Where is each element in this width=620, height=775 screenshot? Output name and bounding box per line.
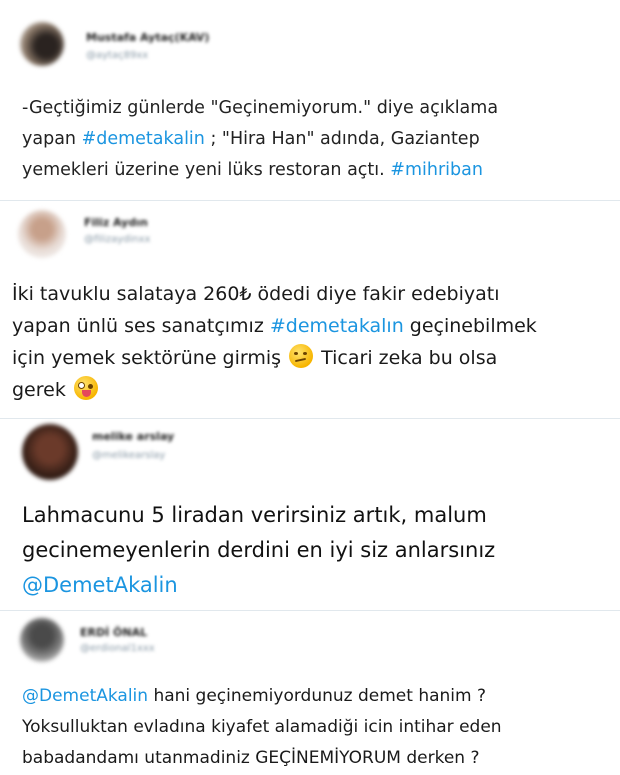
tweet-text-segment: gecinemeyenlerin derdini en iyi siz anla… bbox=[22, 538, 496, 562]
tweet-line: Lahmacunu 5 liradan verirsiniz artık, ma… bbox=[22, 498, 495, 533]
tweet-text-segment: -Geçtiğimiz günlerde "Geçinemiyorum." di… bbox=[22, 98, 499, 118]
author-name[interactable]: melike arslay bbox=[92, 430, 174, 443]
tweet-text-segment: için yemek sektörüne girmiş bbox=[12, 347, 288, 369]
author-name[interactable]: Mustafa Aytaç(KAV) bbox=[86, 31, 209, 44]
avatar[interactable] bbox=[22, 424, 78, 480]
tweet-text-segment: Lahmacunu 5 liradan verirsiniz artık, ma… bbox=[22, 503, 487, 527]
avatar[interactable] bbox=[18, 210, 66, 258]
author-handle: @filizaydinxx bbox=[84, 234, 151, 245]
avatar[interactable] bbox=[20, 22, 64, 66]
hashtag-link[interactable]: #demetakalın bbox=[270, 315, 404, 337]
tweet-text-segment: Ticari zeka bu olsa bbox=[315, 347, 498, 369]
tweet-card: melike arslay @melikearslay Lahmacunu 5 … bbox=[0, 418, 620, 610]
author-handle: @aytaç89xx bbox=[86, 50, 149, 61]
tweet-line: için yemek sektörüne girmiş Ticari zeka … bbox=[12, 342, 537, 374]
tweet-text-segment: geçinebilmek bbox=[403, 315, 537, 337]
tweet-text-segment: yapan ünlü ses sanatçımız bbox=[12, 315, 270, 337]
tweet-card: Filiz Aydın @filizaydinxx İki tavuklu sa… bbox=[0, 200, 620, 418]
tweet-text-segment: babadandamı utanmadiniz GEÇİNEMİYORUM de… bbox=[22, 748, 480, 768]
tweet-line: yemekleri üzerine yeni lüks restoran açt… bbox=[22, 155, 498, 186]
author-handle: @erdional1xxx bbox=[80, 643, 155, 654]
tweet-line: yapan #demetakalin ; "Hira Han" adında, … bbox=[22, 124, 498, 155]
tweet-text: -Geçtiğimiz günlerde "Geçinemiyorum." di… bbox=[22, 93, 498, 186]
tweet-line: -Geçtiğimiz günlerde "Geçinemiyorum." di… bbox=[22, 93, 498, 124]
tweet-text-segment: İki tavuklu salataya 260₺ ödedi diye fak… bbox=[12, 283, 500, 305]
tweet-line: gecinemeyenlerin derdini en iyi siz anla… bbox=[22, 533, 495, 568]
mention-link[interactable]: @DemetAkalin bbox=[22, 686, 148, 706]
tweet-line: babadandamı utanmadiniz GEÇİNEMİYORUM de… bbox=[22, 743, 502, 774]
tweet-text: @DemetAkalin hani geçinemiyordunuz demet… bbox=[22, 681, 502, 774]
tweet-text-segment: hani geçinemiyordunuz demet hanim ? bbox=[148, 686, 487, 706]
author-name[interactable]: Filiz Aydın bbox=[84, 216, 148, 229]
tweet-line: İki tavuklu salataya 260₺ ödedi diye fak… bbox=[12, 278, 537, 310]
avatar[interactable] bbox=[20, 618, 64, 662]
zany-face-icon bbox=[73, 376, 98, 400]
tweet-text: Lahmacunu 5 liradan verirsiniz artık, ma… bbox=[22, 498, 495, 603]
author-handle: @melikearslay bbox=[92, 450, 166, 461]
tweet-text-segment: Yoksulluktan evladına kiyafet alamadiği … bbox=[22, 717, 502, 737]
tweet-text-segment: yapan bbox=[22, 129, 82, 149]
tweet-text-segment: ; "Hira Han" adında, Gaziantep bbox=[204, 129, 480, 149]
tweet-line: yapan ünlü ses sanatçımız #demetakalın g… bbox=[12, 310, 537, 342]
tweet-line: @DemetAkalin bbox=[22, 568, 495, 603]
hashtag-link[interactable]: #mihriban bbox=[390, 160, 483, 180]
tweet-line: Yoksulluktan evladına kiyafet alamadiği … bbox=[22, 712, 502, 743]
tweet-text-segment: yemekleri üzerine yeni lüks restoran açt… bbox=[22, 160, 391, 180]
tweet-line: gerek bbox=[12, 374, 537, 406]
thinking-face-icon bbox=[289, 344, 314, 368]
tweet-line: @DemetAkalin hani geçinemiyordunuz demet… bbox=[22, 681, 502, 712]
author-name[interactable]: ERDİ ÖNAL bbox=[80, 626, 147, 639]
tweet-text-segment: gerek bbox=[12, 379, 72, 401]
tweet-card: Mustafa Aytaç(KAV) @aytaç89xx -Geçtiğimi… bbox=[0, 0, 620, 200]
mention-link[interactable]: @DemetAkalin bbox=[22, 573, 178, 597]
tweet-text: İki tavuklu salataya 260₺ ödedi diye fak… bbox=[12, 278, 537, 406]
hashtag-link[interactable]: #demetakalin bbox=[82, 129, 205, 149]
tweet-card: ERDİ ÖNAL @erdional1xxx @DemetAkalin han… bbox=[0, 610, 620, 775]
